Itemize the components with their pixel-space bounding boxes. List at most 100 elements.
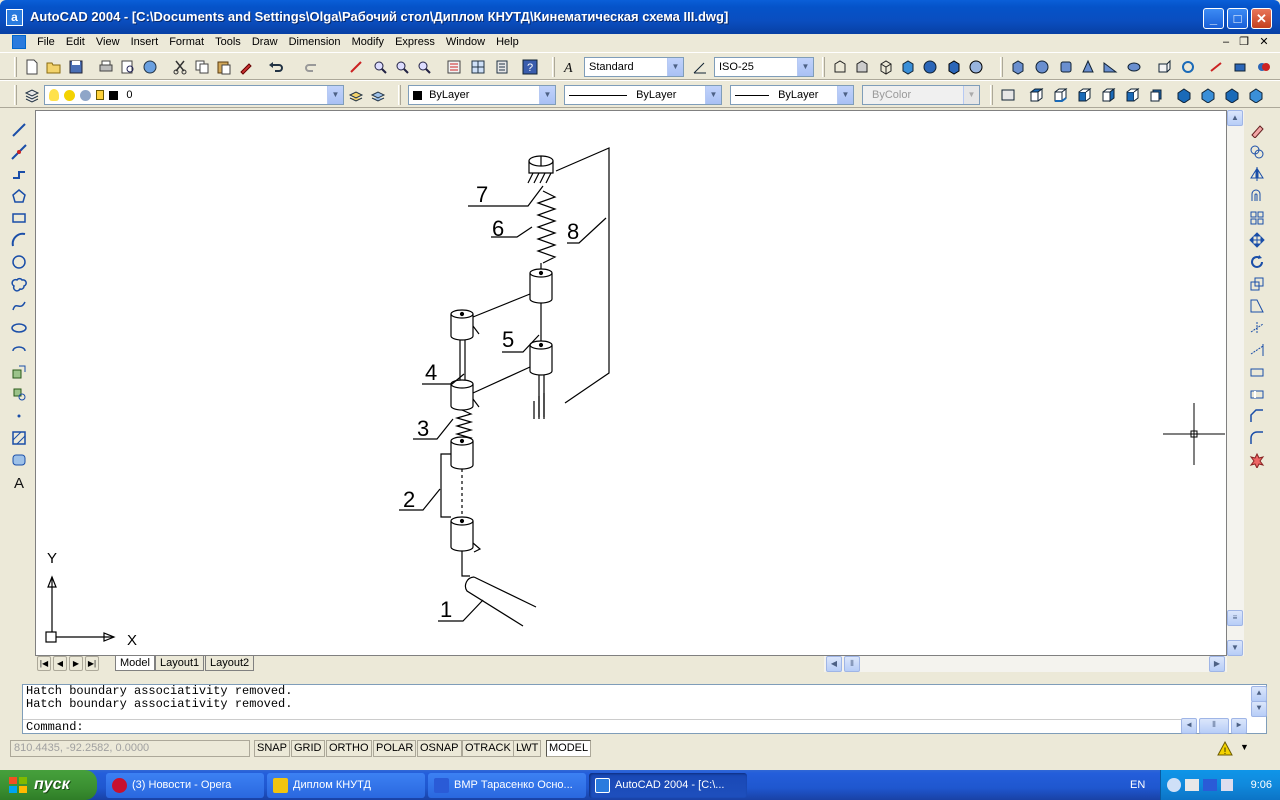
gouraud-edges-icon[interactable] xyxy=(966,57,986,77)
zoom-previous-icon[interactable] xyxy=(414,57,434,77)
start-button[interactable]: пуск xyxy=(0,770,97,800)
print-preview-icon[interactable] xyxy=(118,57,138,77)
polar-toggle[interactable]: POLAR xyxy=(373,740,417,757)
linetype-select[interactable]: ByLayer ▼ xyxy=(564,85,722,105)
toolbar-grip[interactable] xyxy=(398,85,401,105)
multiline-text-icon[interactable]: A xyxy=(8,472,30,492)
menu-window[interactable]: Window xyxy=(442,34,489,50)
flat-edges-icon[interactable] xyxy=(944,57,964,77)
tray-flag-icon[interactable] xyxy=(1185,779,1199,791)
sun-icon[interactable] xyxy=(64,89,76,101)
lwt-toggle[interactable]: LWT xyxy=(513,740,542,757)
scroll-up-icon[interactable]: ▲ xyxy=(1227,110,1243,126)
tool-palettes-icon[interactable] xyxy=(492,57,512,77)
help-icon[interactable]: ? xyxy=(520,57,540,77)
interfere-icon[interactable] xyxy=(1254,57,1274,77)
text-style-select[interactable]: Standard ▼ xyxy=(584,57,684,77)
right-view-icon[interactable] xyxy=(1098,85,1118,105)
tab-last-icon[interactable]: ▶| xyxy=(85,656,99,671)
2d-wireframe-icon[interactable] xyxy=(876,57,896,77)
design-center-icon[interactable] xyxy=(468,57,488,77)
color-select[interactable]: ByLayer ▼ xyxy=(408,85,556,105)
paste-icon[interactable] xyxy=(214,57,234,77)
chamfer-icon[interactable] xyxy=(1246,406,1268,426)
toolbar-grip[interactable] xyxy=(14,57,17,77)
menu-edit[interactable]: Edit xyxy=(62,34,89,50)
doc-close-button[interactable]: ✕ xyxy=(1256,35,1272,49)
dim-style-icon[interactable] xyxy=(690,57,710,77)
tab-first-icon[interactable]: |◀ xyxy=(37,656,51,671)
lineweight-select[interactable]: ByLayer ▼ xyxy=(730,85,854,105)
revolve-icon[interactable] xyxy=(1178,57,1198,77)
rectangle-icon[interactable] xyxy=(8,208,30,228)
menu-insert[interactable]: Insert xyxy=(127,34,163,50)
command-window[interactable]: Hatch boundary associativity removed. Ha… xyxy=(22,684,1267,734)
model-toggle[interactable]: MODEL xyxy=(546,740,592,757)
pan-realtime-icon[interactable] xyxy=(346,57,366,77)
mirror-icon[interactable] xyxy=(1246,164,1268,184)
zoom-realtime-icon[interactable] xyxy=(370,57,390,77)
spline-icon[interactable] xyxy=(8,296,30,316)
bottom-view-icon[interactable] xyxy=(1050,85,1070,105)
box-icon[interactable] xyxy=(1008,57,1028,77)
array-icon[interactable] xyxy=(1246,208,1268,228)
line-icon[interactable] xyxy=(8,120,30,140)
flat-shaded-icon[interactable] xyxy=(898,57,918,77)
stretch-icon[interactable] xyxy=(1246,296,1268,316)
wedge-icon[interactable] xyxy=(1100,57,1120,77)
toolbar-grip[interactable] xyxy=(552,57,555,77)
menu-file[interactable]: File xyxy=(33,34,59,50)
revision-cloud-icon[interactable] xyxy=(8,274,30,294)
ellipse-arc-icon[interactable] xyxy=(8,340,30,360)
copy-object-icon[interactable] xyxy=(1246,142,1268,162)
communication-center-icon[interactable]: ! xyxy=(1216,740,1234,757)
break-at-point-icon[interactable] xyxy=(1246,362,1268,382)
doc-restore-button[interactable]: ❐ xyxy=(1236,35,1252,49)
snap-toggle[interactable]: SNAP xyxy=(254,740,290,757)
horizontal-scrollbar[interactable]: ◀ ⦀ ▶ xyxy=(824,656,1227,672)
doc-minimize-button[interactable]: – xyxy=(1218,35,1234,49)
named-views-icon[interactable] xyxy=(998,85,1018,105)
cylinder-icon[interactable] xyxy=(1056,57,1076,77)
break-icon[interactable] xyxy=(1246,384,1268,404)
chevron-down-icon[interactable]: ▼ xyxy=(667,58,683,76)
gouraud-shaded-icon[interactable] xyxy=(920,57,940,77)
dim-style-select[interactable]: ISO-25 ▼ xyxy=(714,57,814,77)
toolbar-grip[interactable] xyxy=(1000,57,1003,77)
nw-iso-icon[interactable] xyxy=(1246,85,1266,105)
match-properties-icon[interactable] xyxy=(236,57,256,77)
point-icon[interactable] xyxy=(8,406,30,426)
open-icon[interactable] xyxy=(44,57,64,77)
maximize-button[interactable]: □ xyxy=(1227,8,1248,29)
hide-icon[interactable] xyxy=(830,57,850,77)
grid-toggle[interactable]: GRID xyxy=(291,740,325,757)
minimize-button[interactable]: _ xyxy=(1203,8,1224,29)
sw-iso-icon[interactable] xyxy=(1174,85,1194,105)
scale-icon[interactable] xyxy=(1246,274,1268,294)
print-icon[interactable] xyxy=(96,57,116,77)
fillet-icon[interactable] xyxy=(1246,428,1268,448)
toolbar-grip[interactable] xyxy=(990,85,993,105)
offset-icon[interactable] xyxy=(1246,186,1268,206)
status-menu-chevron-icon[interactable]: ▼ xyxy=(1240,742,1249,752)
task-autocad[interactable]: AutoCAD 2004 - [C:\... xyxy=(589,773,747,798)
chevron-down-icon[interactable]: ▼ xyxy=(705,86,721,104)
move-icon[interactable] xyxy=(1246,230,1268,250)
make-block-icon[interactable] xyxy=(8,384,30,404)
cmd-scroll-left-icon[interactable]: ◀ xyxy=(1181,718,1197,734)
otrack-toggle[interactable]: OTRACK xyxy=(462,740,514,757)
clock[interactable]: 9:06 xyxy=(1251,770,1272,800)
bulb-icon[interactable] xyxy=(49,89,59,102)
properties-icon[interactable] xyxy=(444,57,464,77)
hatch-icon[interactable] xyxy=(8,428,30,448)
section-icon[interactable] xyxy=(1230,57,1250,77)
cmd-scroll-down-icon[interactable]: ▼ xyxy=(1251,701,1267,717)
tab-layout1[interactable]: Layout1 xyxy=(155,656,205,671)
polyline-icon[interactable] xyxy=(8,164,30,184)
publish-icon[interactable] xyxy=(140,57,160,77)
region-icon[interactable] xyxy=(8,450,30,470)
torus-icon[interactable] xyxy=(1124,57,1144,77)
redo-icon[interactable] xyxy=(302,57,322,77)
cmd-scroll-up-icon[interactable]: ▲ xyxy=(1251,686,1267,702)
trim-icon[interactable] xyxy=(1246,318,1268,338)
